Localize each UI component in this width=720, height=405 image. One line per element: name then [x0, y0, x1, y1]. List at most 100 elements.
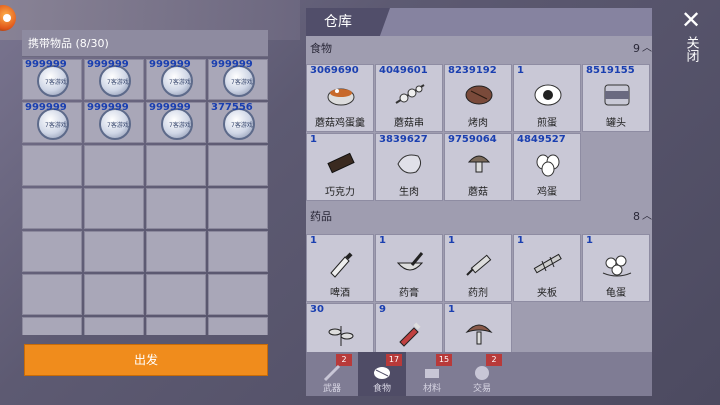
inventory-slot[interactable]: 999999 7客游戏	[22, 102, 82, 143]
item-qty: 1	[517, 65, 524, 76]
item-slot[interactable]: 30	[306, 303, 374, 353]
chevron-up-icon[interactable]: ︿	[642, 38, 652, 60]
item-qty: 3069690	[310, 65, 359, 76]
injection-icon	[466, 254, 492, 276]
item-slot[interactable]: 8239192 烤肉	[444, 64, 512, 132]
inventory-slot-empty[interactable]	[22, 231, 82, 272]
tab-label: 交易	[472, 384, 491, 394]
inventory-slot-empty[interactable]	[22, 274, 82, 315]
item-qty: 9	[379, 304, 386, 315]
tab-material[interactable]: 15 材料	[408, 352, 456, 396]
item-name: 蘑菇	[468, 187, 488, 198]
item-slot[interactable]: 4849527 鸡蛋	[513, 133, 581, 201]
weapon-icon	[323, 364, 341, 382]
herb-icon	[328, 326, 354, 346]
item-slot[interactable]: 1 夹板	[513, 234, 581, 302]
beer-bottle-icon	[330, 252, 353, 278]
item-qty: 4049601	[379, 65, 428, 76]
inventory-slot-empty[interactable]	[22, 145, 82, 186]
inventory-slot-empty[interactable]	[146, 145, 206, 186]
inventory-slot[interactable]: 377556 7客游戏	[208, 102, 268, 143]
slot-count: 999999	[25, 102, 67, 113]
inventory-slot-empty[interactable]	[84, 145, 144, 186]
item-slot[interactable]: 1 煎蛋	[513, 64, 581, 132]
item-slot[interactable]: 1 啤酒	[306, 234, 374, 302]
item-slot[interactable]: 3069690 蘑菇鸡蛋羹	[306, 64, 374, 132]
item-qty: 1	[448, 235, 455, 246]
item-qty: 4849527	[517, 134, 566, 145]
food-count: 9	[633, 42, 640, 55]
item-slot[interactable]: 1 巧克力	[306, 133, 374, 201]
inventory-slot[interactable]: 999999 7客游戏	[146, 102, 206, 143]
skewer-icon	[395, 84, 425, 104]
item-name: 巧克力	[325, 187, 355, 198]
inventory-slot-empty[interactable]	[84, 317, 144, 335]
item-slot[interactable]: 1	[444, 303, 512, 353]
material-icon	[425, 369, 439, 378]
item-qty: 9759064	[448, 134, 497, 145]
item-name: 煎蛋	[537, 118, 557, 129]
chevron-up-icon[interactable]: ︿	[642, 206, 652, 228]
item-name: 罐头	[606, 118, 626, 129]
item-qty: 1	[310, 235, 317, 246]
inventory-slot-empty[interactable]	[208, 317, 268, 335]
inventory-slot-empty[interactable]	[22, 188, 82, 229]
food-heading: 食物	[310, 42, 332, 55]
inventory-slot[interactable]: 999999 7客游戏	[146, 59, 206, 100]
fungus-icon	[465, 324, 493, 345]
item-name: 龟蛋	[606, 288, 626, 299]
item-name: 鸡蛋	[537, 187, 557, 198]
item-slot[interactable]: 9759064 蘑菇	[444, 133, 512, 201]
inventory-slot[interactable]: 999999 7客游戏	[208, 59, 268, 100]
close-button[interactable]: ✕ 关闭	[676, 8, 706, 78]
item-qty: 1	[379, 235, 386, 246]
item-slot[interactable]: 1 药膏	[375, 234, 443, 302]
tab-food[interactable]: 17 食物	[358, 352, 406, 396]
fried-egg-icon	[534, 84, 562, 106]
item-name: 烤肉	[468, 118, 488, 129]
chocolate-icon	[327, 152, 355, 174]
inventory-slot[interactable]: 999999 7客游戏	[84, 59, 144, 100]
item-qty: 1	[310, 134, 317, 145]
item-slot[interactable]: 3839627 生肉	[375, 133, 443, 201]
item-slot[interactable]: 9	[375, 303, 443, 353]
item-slot[interactable]: 1 药剂	[444, 234, 512, 302]
tab-weapon[interactable]: 2 武器	[308, 352, 356, 396]
inventory-slot[interactable]: 999999 7客游戏	[22, 59, 82, 100]
slot-count: 999999	[25, 59, 67, 70]
item-slot[interactable]: 8519155 罐头	[582, 64, 650, 132]
inventory-slot-empty[interactable]	[84, 231, 144, 272]
inventory-header: 携带物品 (8/30)	[22, 30, 268, 57]
raw-meat-icon	[397, 154, 422, 174]
tab-trade[interactable]: 2 交易	[458, 352, 506, 396]
item-slot[interactable]: 1 龟蛋	[582, 234, 650, 302]
inventory-slot-empty[interactable]	[146, 274, 206, 315]
inventory-slot-empty[interactable]	[208, 188, 268, 229]
inventory-slot-empty[interactable]	[146, 188, 206, 229]
food-section-header[interactable]: 食物 9 ︿	[306, 38, 652, 60]
item-qty: 1	[586, 235, 593, 246]
inventory-slot-empty[interactable]	[84, 188, 144, 229]
inventory-slot[interactable]: 999999 7客游戏	[84, 102, 144, 143]
item-qty: 8519155	[586, 65, 635, 76]
inventory-slot-empty[interactable]	[22, 317, 82, 335]
slot-count: 999999	[149, 102, 191, 113]
inventory-slot-empty[interactable]	[208, 231, 268, 272]
inventory-slot-empty[interactable]	[146, 317, 206, 335]
tab-label: 食物	[372, 384, 391, 394]
slot-count: 999999	[211, 59, 253, 70]
mortar-icon	[396, 252, 424, 271]
slot-count: 999999	[87, 59, 129, 70]
inventory-slot-empty[interactable]	[208, 274, 268, 315]
warehouse-title: 仓库	[306, 8, 390, 36]
inventory-slot-empty[interactable]	[208, 145, 268, 186]
soup-bowl-icon	[327, 88, 355, 106]
soda-bottle-icon	[399, 322, 421, 347]
item-name: 蘑菇鸡蛋羹	[315, 118, 365, 129]
item-name: 啤酒	[330, 288, 350, 299]
depart-button[interactable]: 出发	[24, 344, 268, 376]
inventory-slot-empty[interactable]	[146, 231, 206, 272]
item-slot[interactable]: 4049601 蘑菇串	[375, 64, 443, 132]
inventory-slot-empty[interactable]	[84, 274, 144, 315]
medicine-section-header[interactable]: 药品 8 ︿	[306, 206, 652, 228]
